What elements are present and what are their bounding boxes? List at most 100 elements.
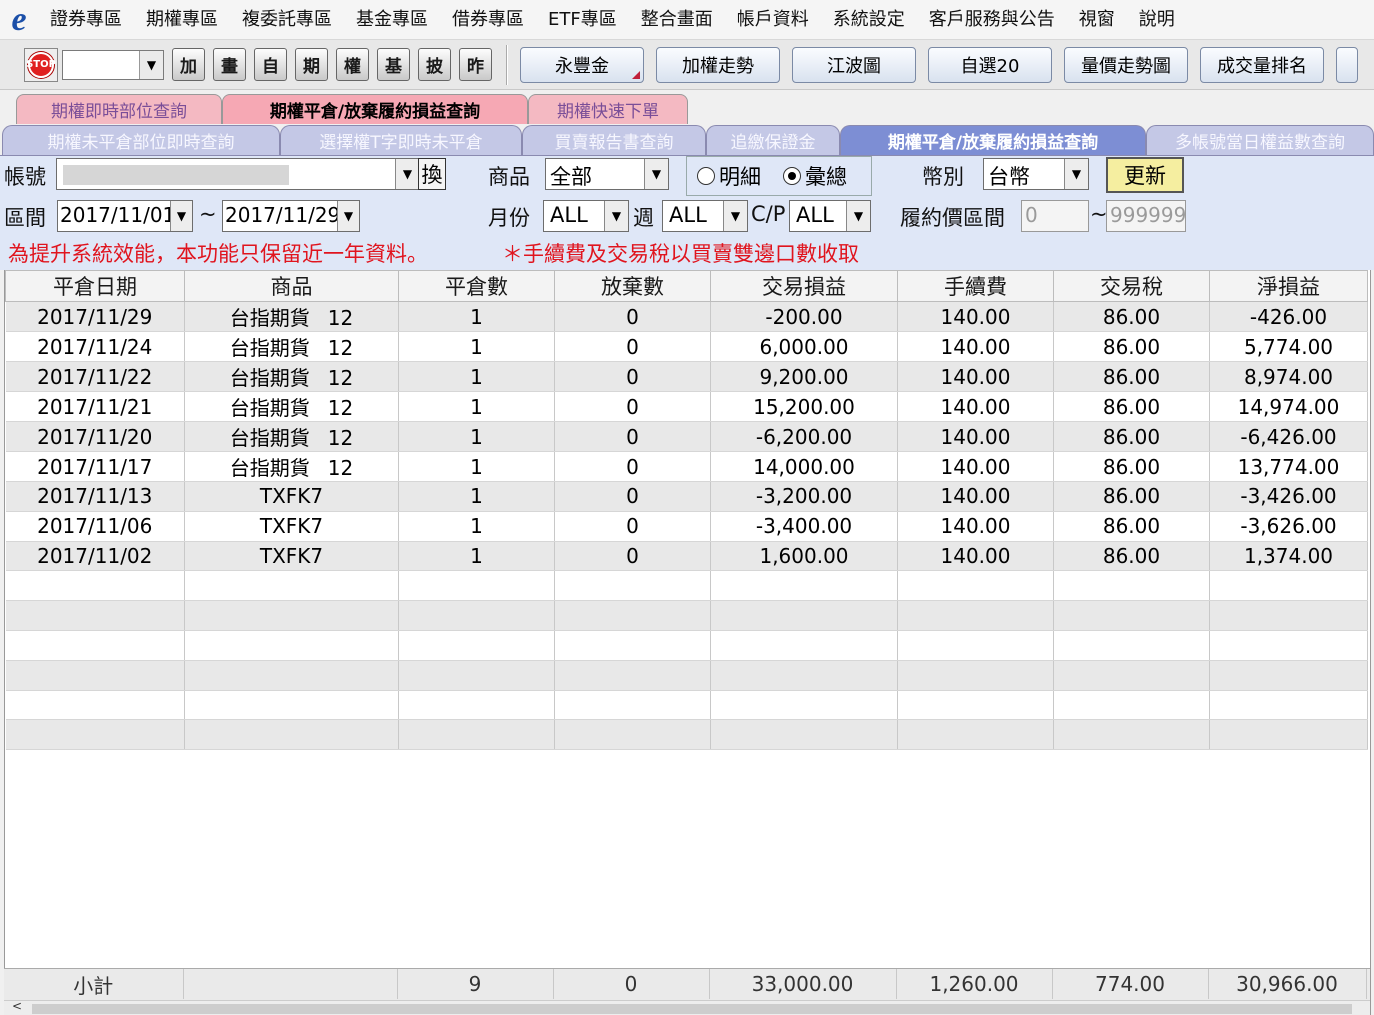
table-row[interactable] bbox=[5, 719, 1368, 751]
toolbar-button[interactable]: 自選20 bbox=[928, 46, 1052, 83]
menu-item[interactable]: 期權專區 bbox=[134, 0, 230, 40]
fee-warning: ＊手續費及交易稅以買賣雙邊口數收取 bbox=[502, 242, 859, 266]
stop-button[interactable]: STOP bbox=[24, 47, 58, 82]
update-button[interactable]: 更新 bbox=[1106, 157, 1184, 193]
column-header[interactable]: 商品 bbox=[184, 270, 399, 302]
currency-select[interactable]: 台幣 ▼ bbox=[983, 158, 1089, 190]
menu-item[interactable]: 複委託專區 bbox=[230, 0, 344, 40]
menu-item[interactable]: ETF專區 bbox=[536, 0, 629, 40]
tab-margin-call[interactable]: 追繳保證金 bbox=[706, 125, 840, 155]
toolbar-icon-button[interactable]: 加 bbox=[172, 48, 205, 81]
tab-t-quote[interactable]: 選擇權T字即時未平倉 bbox=[280, 125, 522, 155]
table-row[interactable] bbox=[5, 570, 1368, 602]
chevron-down-icon[interactable]: ▼ bbox=[139, 50, 163, 79]
toolbar-overflow-button[interactable] bbox=[1336, 46, 1358, 83]
date-to-picker[interactable]: 2017/11/29 ▼ bbox=[222, 200, 360, 232]
date-from-picker[interactable]: 2017/11/01 ▼ bbox=[57, 200, 193, 232]
toolbar-button[interactable]: 江波圖 bbox=[792, 46, 916, 83]
menu-item[interactable]: 客戶服務與公告 bbox=[917, 0, 1067, 40]
cp-select[interactable]: ALL ▼ bbox=[789, 200, 871, 232]
cell-product: TXFK7 bbox=[184, 511, 399, 542]
column-header[interactable]: 淨損益 bbox=[1209, 270, 1368, 302]
menu-item[interactable]: 借券專區 bbox=[440, 0, 536, 40]
menu-item[interactable]: 整合畫面 bbox=[629, 0, 725, 40]
menu-item[interactable]: 基金專區 bbox=[344, 0, 440, 40]
chevron-down-icon[interactable]: ▼ bbox=[395, 159, 419, 189]
table-row[interactable]: 2017/11/22 台指期貨 12 1 0 9,200.00 140.00 86.00 8,9… bbox=[5, 361, 1368, 392]
tab-open-positions[interactable]: 期權未平倉部位即時查詢 bbox=[2, 125, 280, 155]
radio-circle-icon[interactable] bbox=[783, 167, 801, 185]
toolbar-icon-button[interactable]: 昨 bbox=[459, 48, 492, 81]
table-row[interactable] bbox=[5, 600, 1368, 631]
scrollbar-thumb[interactable] bbox=[32, 1004, 1352, 1014]
toolbar-icon-button[interactable]: 披 bbox=[418, 48, 451, 81]
menu-item[interactable]: 視窗 bbox=[1067, 0, 1127, 40]
horizontal-scrollbar[interactable]: < bbox=[4, 999, 1370, 1015]
table-row[interactable]: 2017/11/24 台指期貨 12 1 0 6,000.00 140.00 86.00 5,7… bbox=[5, 331, 1368, 362]
cell-tax: 86.00 bbox=[1053, 541, 1210, 572]
radio-detail[interactable]: 明細 bbox=[697, 161, 761, 191]
toolbar-button-label: 量價走勢圖 bbox=[1081, 55, 1171, 77]
toolbar-icon-button[interactable]: 基 bbox=[377, 48, 410, 81]
toolbar-icon-button[interactable]: 期 bbox=[295, 48, 328, 81]
table-row[interactable]: 2017/11/21 台指期貨 12 1 0 15,200.00 140.00 86.00 14… bbox=[5, 391, 1368, 422]
table-row[interactable]: 2017/11/13 TXFK7 1 0 -3,200.00 140.00 86.00 -3,… bbox=[5, 481, 1368, 512]
month-label: 月份 bbox=[488, 206, 530, 230]
account-select[interactable]: ▼ bbox=[56, 158, 420, 190]
chevron-down-icon[interactable]: ▼ bbox=[846, 201, 870, 231]
strike-from-input[interactable]: 0 bbox=[1021, 200, 1089, 232]
table-row[interactable] bbox=[5, 630, 1368, 661]
column-header[interactable]: 交易損益 bbox=[710, 270, 898, 302]
table-row[interactable]: 2017/11/29 台指期貨 12 1 0 -200.00 140.00 86.00 -426… bbox=[5, 301, 1368, 332]
cell-product: 台指期貨 12 bbox=[184, 331, 399, 362]
column-header[interactable]: 平倉日期 bbox=[5, 270, 185, 302]
tab-option-positions[interactable]: 期權即時部位查詢 bbox=[16, 94, 222, 124]
empty-cell bbox=[184, 719, 399, 751]
toolbar-symbol-combo[interactable]: ▼ bbox=[62, 49, 164, 80]
chevron-down-icon[interactable]: ▼ bbox=[337, 201, 359, 231]
radio-circle-icon[interactable] bbox=[697, 167, 715, 185]
toolbar-icon-button[interactable]: 自 bbox=[254, 48, 287, 81]
toolbar-button[interactable]: 永豐金 bbox=[520, 46, 644, 83]
week-select[interactable]: ALL ▼ bbox=[662, 200, 748, 232]
menu-item[interactable]: 系統設定 bbox=[821, 0, 917, 40]
toolbar-icon-button[interactable]: 畫 bbox=[213, 48, 246, 81]
product-month: 12 bbox=[327, 456, 354, 480]
table-row[interactable]: 2017/11/06 TXFK7 1 0 -3,400.00 140.00 86.00 -3,… bbox=[5, 511, 1368, 542]
tab-trade-report[interactable]: 買賣報告書查詢 bbox=[522, 125, 706, 155]
tab-close-pl-sub[interactable]: 期權平倉/放棄履約損益查詢 bbox=[840, 125, 1146, 155]
tab-multi-account[interactable]: 多帳號當日權益數查詢 bbox=[1146, 125, 1374, 155]
menu-item[interactable]: 證券專區 bbox=[38, 0, 134, 40]
table-row[interactable] bbox=[5, 660, 1368, 691]
table-row[interactable]: 2017/11/02 TXFK7 1 0 1,600.00 140.00 86.00 1,37… bbox=[5, 541, 1368, 572]
toolbar-button[interactable]: 量價走勢圖 bbox=[1064, 46, 1188, 83]
chevron-down-icon[interactable]: ▼ bbox=[1064, 159, 1088, 189]
tab-quick-order[interactable]: 期權快速下單 bbox=[528, 94, 688, 124]
column-header[interactable]: 放棄數 bbox=[554, 270, 711, 302]
column-header[interactable]: 手續費 bbox=[897, 270, 1054, 302]
radio-summary[interactable]: 彙總 bbox=[783, 161, 847, 191]
strike-to-input[interactable]: 999999 bbox=[1106, 200, 1186, 232]
chevron-down-icon[interactable]: ▼ bbox=[644, 159, 668, 189]
chevron-down-icon[interactable]: ▼ bbox=[170, 201, 192, 231]
product-select[interactable]: 全部 ▼ bbox=[545, 158, 669, 190]
tab-close-pl-query[interactable]: 期權平倉/放棄履約損益查詢 bbox=[222, 94, 528, 124]
cell-close-count: 1 bbox=[398, 391, 555, 422]
toolbar-icon-button[interactable]: 權 bbox=[336, 48, 369, 81]
scroll-left-icon[interactable]: < bbox=[12, 999, 22, 1013]
switch-account-button[interactable]: 換 bbox=[418, 158, 446, 190]
cell-trade-pl: -3,200.00 bbox=[710, 481, 898, 512]
chevron-down-icon[interactable]: ▼ bbox=[604, 201, 628, 231]
toolbar-button[interactable]: 成交量排名 bbox=[1200, 46, 1324, 83]
table-row[interactable]: 2017/11/17 台指期貨 12 1 0 14,000.00 140.00 86.00 13… bbox=[5, 451, 1368, 482]
column-header[interactable]: 平倉數 bbox=[398, 270, 555, 302]
strike-range-label: 履約價區間 bbox=[900, 206, 1005, 230]
chevron-down-icon[interactable]: ▼ bbox=[723, 201, 747, 231]
menu-item[interactable]: 說明 bbox=[1127, 0, 1187, 40]
column-header[interactable]: 交易稅 bbox=[1053, 270, 1210, 302]
month-select[interactable]: ALL ▼ bbox=[543, 200, 629, 232]
table-row[interactable] bbox=[5, 690, 1368, 721]
menu-item[interactable]: 帳戶資料 bbox=[725, 0, 821, 40]
toolbar-button[interactable]: 加權走勢 bbox=[656, 46, 780, 83]
table-row[interactable]: 2017/11/20 台指期貨 12 1 0 -6,200.00 140.00 86.00 -6… bbox=[5, 421, 1368, 452]
